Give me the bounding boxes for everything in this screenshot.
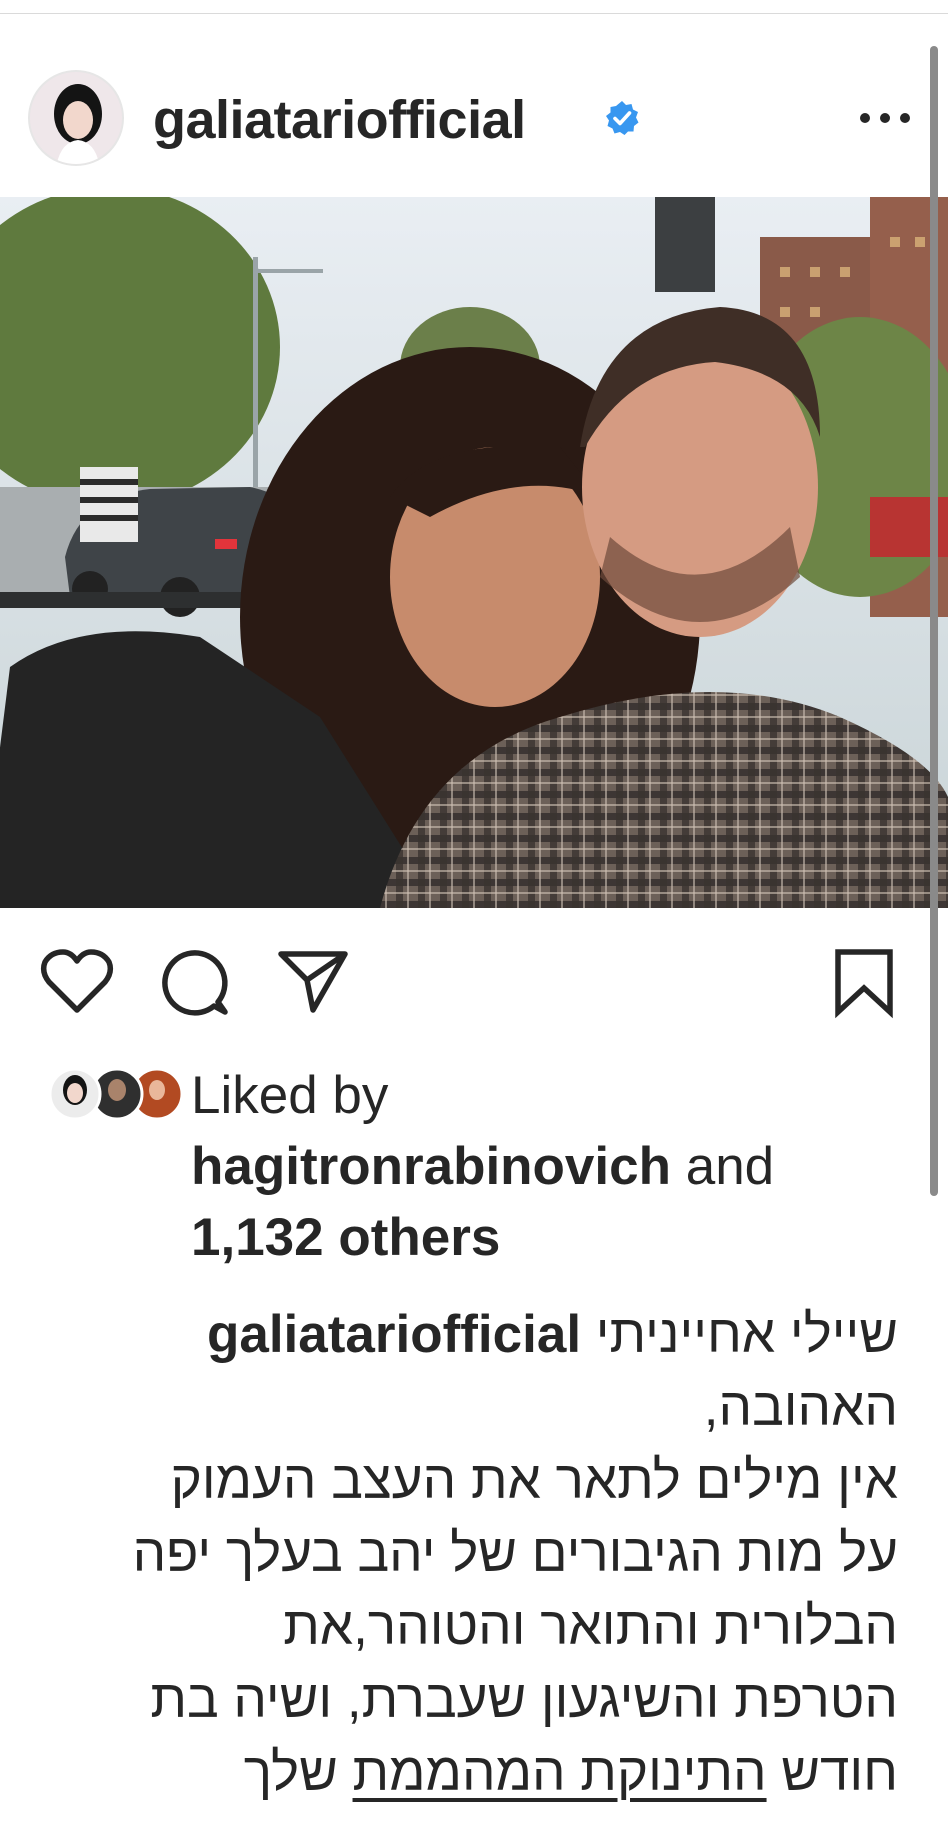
more-options-icon[interactable] — [852, 92, 918, 144]
caption-line: חודש התינוקת המהממת שלך — [48, 1736, 898, 1809]
liked-by-text: Liked by hagitronrabinovich and 1,132 ot… — [191, 1060, 911, 1273]
heart-icon — [40, 949, 114, 1013]
post-caption: שיילי אחייניתי galiatariofficial האהובה,… — [48, 1298, 898, 1809]
save-button[interactable] — [826, 944, 902, 1020]
selfie-photo-icon — [0, 197, 948, 908]
caption-line: הטרפת והשיגעון שעברת, ושיה בת — [150, 1670, 898, 1729]
liked-by-avatars[interactable] — [45, 1066, 184, 1122]
caption-tag-link[interactable]: התינוקת המהממת — [353, 1743, 767, 1802]
post-header: galiatariofficial — [0, 60, 948, 178]
share-button[interactable] — [275, 944, 351, 1020]
liked-by-user[interactable]: hagitronrabinovich — [191, 1137, 671, 1196]
comment-button[interactable] — [157, 944, 233, 1020]
caption-text: שלך — [243, 1743, 338, 1802]
top-divider — [0, 13, 948, 14]
caption-line: אין מילים לתאר את העצב העמוק — [170, 1451, 898, 1510]
bookmark-icon — [835, 949, 893, 1019]
liked-by-prefix: Liked by — [191, 1066, 389, 1125]
post-photo[interactable] — [0, 197, 948, 908]
like-button[interactable] — [39, 944, 115, 1020]
instagram-post-screen: galiatariofficial Liked by hagitronrabin… — [0, 0, 948, 1822]
liked-by-others[interactable]: 1,132 others — [191, 1208, 500, 1267]
verified-badge-icon — [604, 100, 640, 136]
avatar-photo-icon — [30, 72, 122, 164]
caption-username[interactable]: galiatariofficial — [207, 1305, 581, 1364]
comment-icon — [162, 950, 228, 1016]
liked-by-and: and — [685, 1137, 775, 1196]
caption-text: חודש — [781, 1743, 898, 1802]
caption-line: הבלורית והתואר והטוהר,את — [283, 1597, 898, 1656]
caption-line: האהובה, — [703, 1378, 898, 1437]
send-icon — [278, 951, 348, 1013]
caption-line: שיילי אחייניתי galiatariofficial — [48, 1298, 898, 1371]
post-username[interactable]: galiatariofficial — [153, 90, 526, 150]
profile-avatar[interactable] — [28, 70, 124, 166]
scrollbar[interactable] — [930, 46, 938, 1196]
caption-line: על מות הגיבורים של יהב בעלך יפה — [132, 1524, 898, 1583]
caption-text: שיילי אחייניתי — [595, 1305, 898, 1364]
